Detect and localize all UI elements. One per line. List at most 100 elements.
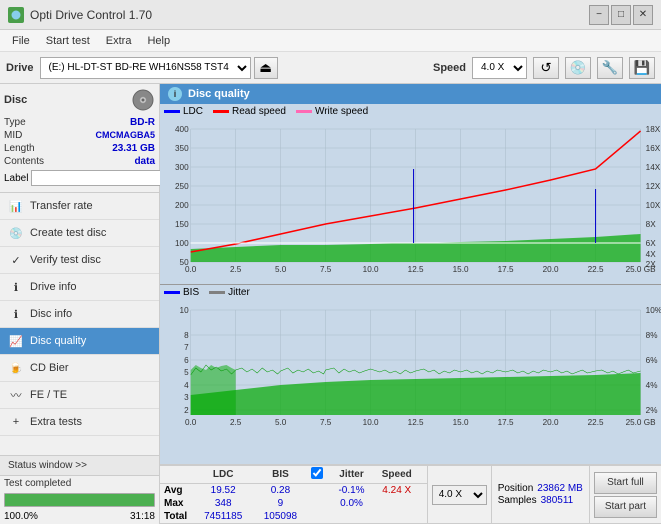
minimize-button[interactable]: − [589,5,609,25]
refresh-button[interactable]: ↺ [533,57,559,79]
stats-speed-select[interactable]: 4.0 X [432,485,487,505]
max-label: Max [160,497,194,510]
sidebar-item-verify-test-disc[interactable]: ✓ Verify test disc [0,247,159,274]
save-button[interactable]: 💾 [629,57,655,79]
drive-select[interactable]: (E:) HL-DT-ST BD-RE WH16NS58 TST4 [40,57,251,79]
svg-text:150: 150 [175,220,189,229]
svg-text:100: 100 [175,239,189,248]
sidebar-item-disc-quality[interactable]: 📈 Disc quality [0,328,159,355]
max-bis: 9 [252,497,309,510]
svg-text:200: 200 [175,201,189,210]
stats-max-row: Max 348 9 0.0% [160,497,427,510]
legend-bis-color [164,291,180,294]
svg-text:10%: 10% [646,306,661,315]
svg-text:5.0: 5.0 [275,418,287,427]
avg-bis: 0.28 [252,484,309,498]
transfer-rate-icon: 📊 [8,198,24,214]
title-bar: Opti Drive Control 1.70 − □ ✕ [0,0,661,30]
menu-help[interactable]: Help [139,33,178,49]
status-time: 31:18 [130,511,155,522]
speed-select[interactable]: 4.0 X [472,57,527,79]
chart-header-icon: i [168,87,182,101]
sidebar-item-disc-info[interactable]: ℹ Disc info [0,301,159,328]
status-progress-fill [5,494,154,506]
drive-eject-button[interactable]: ⏏ [254,57,278,79]
start-buttons: Start full Start part [589,466,661,523]
app-title: Opti Drive Control 1.70 [30,8,152,22]
samples-label: Samples [498,495,537,506]
svg-text:2: 2 [184,406,189,415]
sidebar-item-drive-info[interactable]: ℹ Drive info [0,274,159,301]
disc-quality-icon: 📈 [8,333,24,349]
maximize-button[interactable]: □ [611,5,631,25]
menu-starttest[interactable]: Start test [38,33,98,49]
sidebar-item-cd-bier[interactable]: 🍺 CD Bier [0,355,159,382]
drive-info-icon: ℹ [8,279,24,295]
total-ldc: 7451185 [194,510,252,523]
status-progress-container [0,491,159,509]
disc-type-row: Type BD-R [4,116,155,129]
menu-file[interactable]: File [4,33,38,49]
stats-area: LDC BIS Jitter Speed [160,465,661,524]
svg-text:400: 400 [175,125,189,134]
position-row: Position 23862 MB [498,483,583,494]
svg-text:4X: 4X [646,250,657,259]
disc-length-row: Length 23.31 GB [4,142,155,155]
svg-text:12.5: 12.5 [408,265,424,274]
settings-button[interactable]: 🔧 [597,57,623,79]
menu-bar: File Start test Extra Help [0,30,661,52]
sidebar-item-create-test-disc[interactable]: 💿 Create test disc [0,220,159,247]
svg-text:25.0 GB: 25.0 GB [626,265,656,274]
legend-bis: BIS [164,287,199,298]
svg-text:7: 7 [184,343,189,352]
svg-text:12.5: 12.5 [408,418,424,427]
bottom-chart-legend: BIS Jitter [160,285,661,300]
samples-row: Samples 380511 [498,495,583,506]
bottom-chart-container: BIS Jitter [160,285,661,466]
svg-text:5: 5 [184,368,189,377]
svg-text:16X: 16X [646,144,661,153]
stats-avg-row: Avg 19.52 0.28 -0.1% 4.24 X [160,484,427,498]
status-bottom: 100.0% 31:18 [0,509,159,524]
status-bar: Status window >> Test completed 100.0% 3… [0,455,159,524]
disc-contents-row: Contents data [4,155,155,168]
start-full-button[interactable]: Start full [594,472,657,494]
status-text: Test completed [0,476,159,491]
app-icon [8,7,24,23]
avg-jitter: -0.1% [328,484,375,498]
disc-button[interactable]: 💿 [565,57,591,79]
menu-extra[interactable]: Extra [98,33,140,49]
disc-title: Disc [4,94,27,106]
stats-total-row: Total 7451185 105098 [160,510,427,523]
jitter-checkbox[interactable] [311,467,323,479]
position-value: 23862 MB [537,483,583,494]
legend-read-speed-color [213,110,229,113]
position-info: Position 23862 MB Samples 380511 [491,466,589,523]
svg-text:12X: 12X [646,182,661,191]
svg-text:300: 300 [175,163,189,172]
svg-text:2%: 2% [646,406,658,415]
sidebar-item-fe-te[interactable]: 〰 FE / TE [0,382,159,409]
create-test-disc-icon: 💿 [8,225,24,241]
chart-header: i Disc quality [160,84,661,104]
avg-label: Avg [160,484,194,498]
close-button[interactable]: ✕ [633,5,653,25]
sidebar-item-transfer-rate[interactable]: 📊 Transfer rate [0,193,159,220]
svg-text:25.0 GB: 25.0 GB [626,418,656,427]
status-window-button[interactable]: Status window >> [0,456,159,476]
disc-section: Disc Type BD-R MID CMCMAGBA5 Length 23.3… [0,84,159,193]
legend-write-speed: Write speed [296,106,368,117]
right-panel: i Disc quality LDC Read speed [160,84,661,524]
verify-test-disc-icon: ✓ [8,252,24,268]
col-header-empty [160,466,194,484]
left-panel: Disc Type BD-R MID CMCMAGBA5 Length 23.3… [0,84,160,524]
svg-text:15.0: 15.0 [453,418,469,427]
disc-label-input[interactable] [31,170,169,186]
stats-row-container: LDC BIS Jitter Speed [160,466,661,524]
total-label: Total [160,510,194,523]
start-part-button[interactable]: Start part [594,496,657,518]
svg-text:8%: 8% [646,331,658,340]
svg-text:18X: 18X [646,125,661,134]
sidebar-item-extra-tests[interactable]: + Extra tests [0,409,159,436]
stats-table: LDC BIS Jitter Speed [160,466,427,523]
